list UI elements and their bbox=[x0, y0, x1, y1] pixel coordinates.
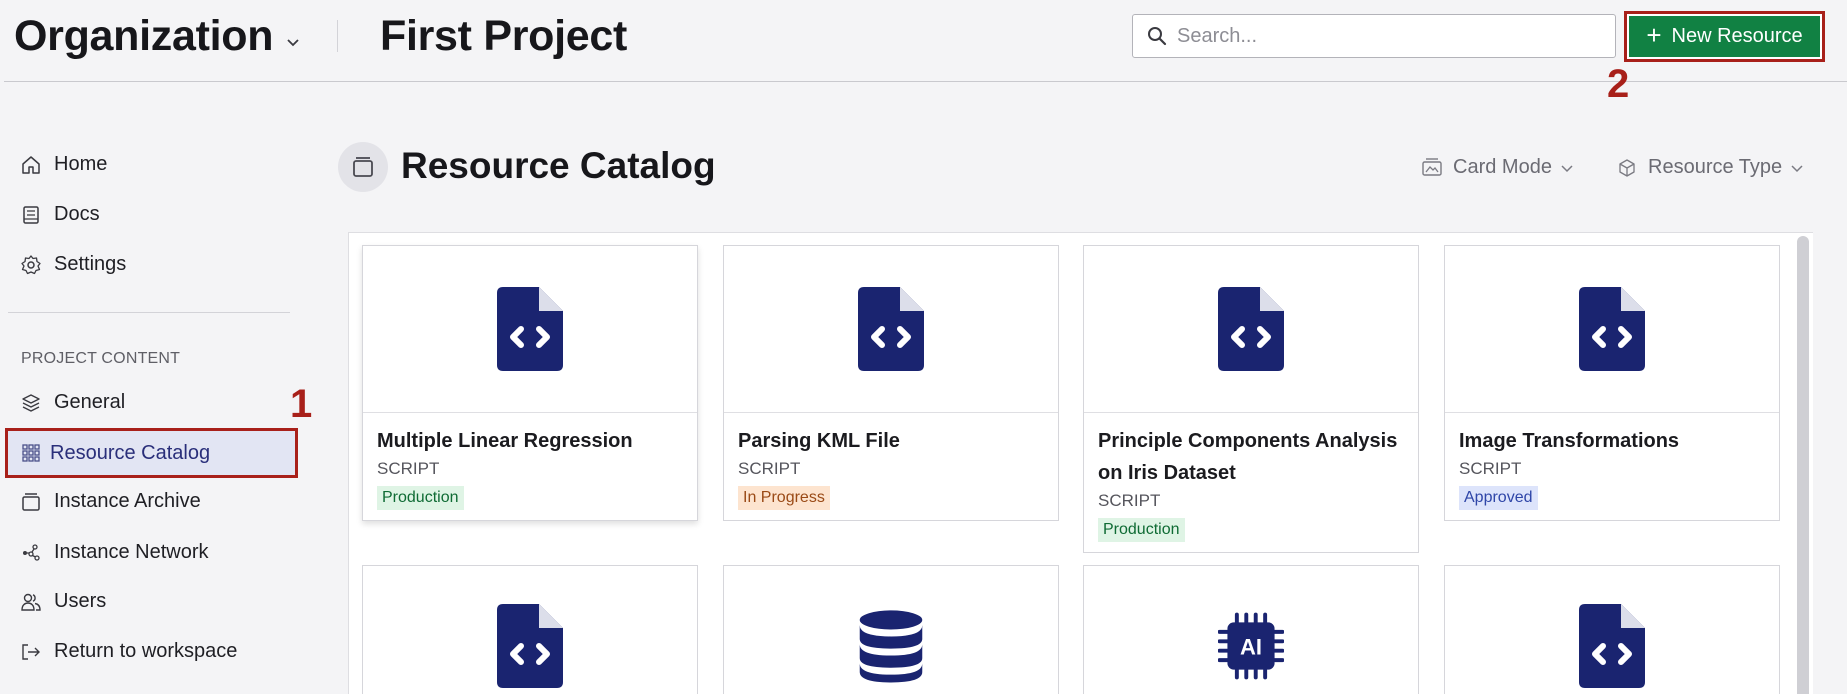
chevron-down-icon bbox=[1561, 164, 1573, 172]
catalog-badge bbox=[338, 142, 388, 192]
sidebar-item-resource-catalog[interactable]: Resource Catalog bbox=[5, 428, 298, 478]
sidebar-item-settings[interactable]: Settings bbox=[20, 253, 126, 276]
scrollbar[interactable] bbox=[1797, 236, 1809, 694]
settings-icon bbox=[21, 254, 41, 274]
code-file-icon bbox=[497, 287, 563, 371]
resource-card[interactable] bbox=[723, 565, 1059, 694]
sidebar-item-label: Return to workspace bbox=[54, 640, 238, 662]
sidebar-item-instance-archive[interactable]: Instance Archive bbox=[20, 490, 201, 513]
exit-icon bbox=[22, 643, 40, 660]
sidebar-item-return-to-workspace[interactable]: Return to workspace bbox=[20, 640, 237, 663]
sidebar-item-label: Users bbox=[54, 590, 107, 612]
database-icon bbox=[859, 610, 923, 683]
search-box[interactable] bbox=[1132, 14, 1616, 58]
sidebar-item-users[interactable]: Users bbox=[20, 590, 106, 613]
card-title: Image Transformations bbox=[1459, 430, 1680, 452]
resource-card[interactable] bbox=[1444, 565, 1780, 694]
status-badge: Approved bbox=[1459, 486, 1538, 510]
sidebar-item-instance-network[interactable]: Instance Network bbox=[20, 541, 209, 564]
archive-icon bbox=[22, 492, 40, 511]
code-file-icon bbox=[1218, 287, 1284, 371]
layers-icon bbox=[22, 393, 40, 412]
status-badge: Production bbox=[1098, 518, 1185, 542]
resource-card[interactable]: Parsing KML File SCRIPT In Progress bbox=[723, 245, 1059, 521]
card-type: SCRIPT bbox=[1459, 459, 1522, 478]
resource-card[interactable]: Multiple Linear Regression SCRIPT Produc… bbox=[362, 245, 698, 521]
view-mode-label: Card Mode bbox=[1453, 156, 1552, 178]
sidebar-item-label: Settings bbox=[54, 253, 127, 275]
network-icon bbox=[23, 543, 40, 561]
sidebar-item-label: Home bbox=[54, 153, 108, 175]
annotation-number-2: 2 bbox=[1607, 62, 1630, 106]
header-divider-line bbox=[4, 81, 1847, 82]
search-input[interactable] bbox=[1177, 24, 1597, 48]
sidebar-item-label: General bbox=[54, 391, 126, 413]
header-divider bbox=[337, 20, 338, 52]
svg-text:AI: AI bbox=[1240, 635, 1262, 660]
code-file-icon bbox=[497, 604, 563, 688]
sidebar-item-label: Resource Catalog bbox=[50, 441, 211, 464]
resource-card[interactable]: Principle Components Analysis on Iris Da… bbox=[1083, 245, 1419, 553]
new-resource-button[interactable]: + New Resource bbox=[1624, 11, 1825, 62]
sidebar-item-general[interactable]: General bbox=[20, 391, 125, 414]
sidebar-divider bbox=[8, 312, 290, 313]
annotation-number-1: 1 bbox=[290, 382, 313, 426]
section-label-project-content: PROJECT CONTENT bbox=[21, 350, 181, 367]
project-title: First Project bbox=[380, 12, 628, 60]
grid-icon bbox=[22, 444, 40, 462]
status-badge: Production bbox=[377, 486, 464, 510]
card-type: SCRIPT bbox=[738, 459, 801, 478]
cube-icon bbox=[1619, 158, 1635, 177]
users-icon bbox=[21, 593, 41, 611]
code-file-icon bbox=[1579, 287, 1645, 371]
chevron-down-icon bbox=[1791, 164, 1803, 172]
resource-type-dropdown[interactable]: Resource Type bbox=[1616, 156, 1804, 179]
card-title: Parsing KML File bbox=[738, 430, 900, 452]
top-header: Organization First Project + New Resourc… bbox=[0, 0, 1847, 82]
organization-switcher[interactable]: Organization bbox=[14, 12, 301, 61]
resource-card[interactable]: AI bbox=[1083, 565, 1419, 694]
sidebar-item-docs[interactable]: Docs bbox=[20, 203, 100, 226]
view-mode-dropdown[interactable]: Card Mode bbox=[1421, 156, 1574, 179]
resource-card[interactable]: Image Transformations SCRIPT Approved bbox=[1444, 245, 1780, 521]
resource-type-label: Resource Type bbox=[1648, 156, 1783, 178]
card-type: SCRIPT bbox=[377, 459, 440, 478]
organization-title: Organization bbox=[14, 12, 274, 60]
sidebar-item-label: Instance Network bbox=[54, 541, 209, 563]
sidebar-item-label: Docs bbox=[54, 203, 100, 225]
search-icon bbox=[1148, 27, 1167, 46]
card-title: Multiple Linear Regression bbox=[377, 430, 633, 452]
home-icon bbox=[22, 155, 40, 174]
resource-card[interactable] bbox=[362, 565, 698, 694]
sidebar-item-home[interactable]: Home bbox=[20, 153, 107, 176]
archive-icon bbox=[353, 157, 373, 177]
code-file-icon bbox=[1579, 604, 1645, 688]
docs-icon bbox=[23, 205, 39, 224]
chevron-down-icon bbox=[287, 38, 299, 46]
sidebar-item-label: Instance Archive bbox=[54, 490, 201, 512]
code-file-icon bbox=[858, 287, 924, 371]
page-title: Resource Catalog bbox=[401, 145, 716, 186]
card-mode-icon bbox=[1422, 157, 1442, 176]
card-type: SCRIPT bbox=[1098, 491, 1161, 510]
status-badge: In Progress bbox=[738, 486, 830, 510]
new-resource-label: New Resource bbox=[1671, 25, 1803, 47]
ai-chip-icon: AI bbox=[1218, 612, 1284, 680]
card-title: Principle Components Analysis on Iris Da… bbox=[1098, 430, 1398, 484]
plus-icon: + bbox=[1646, 20, 1662, 50]
